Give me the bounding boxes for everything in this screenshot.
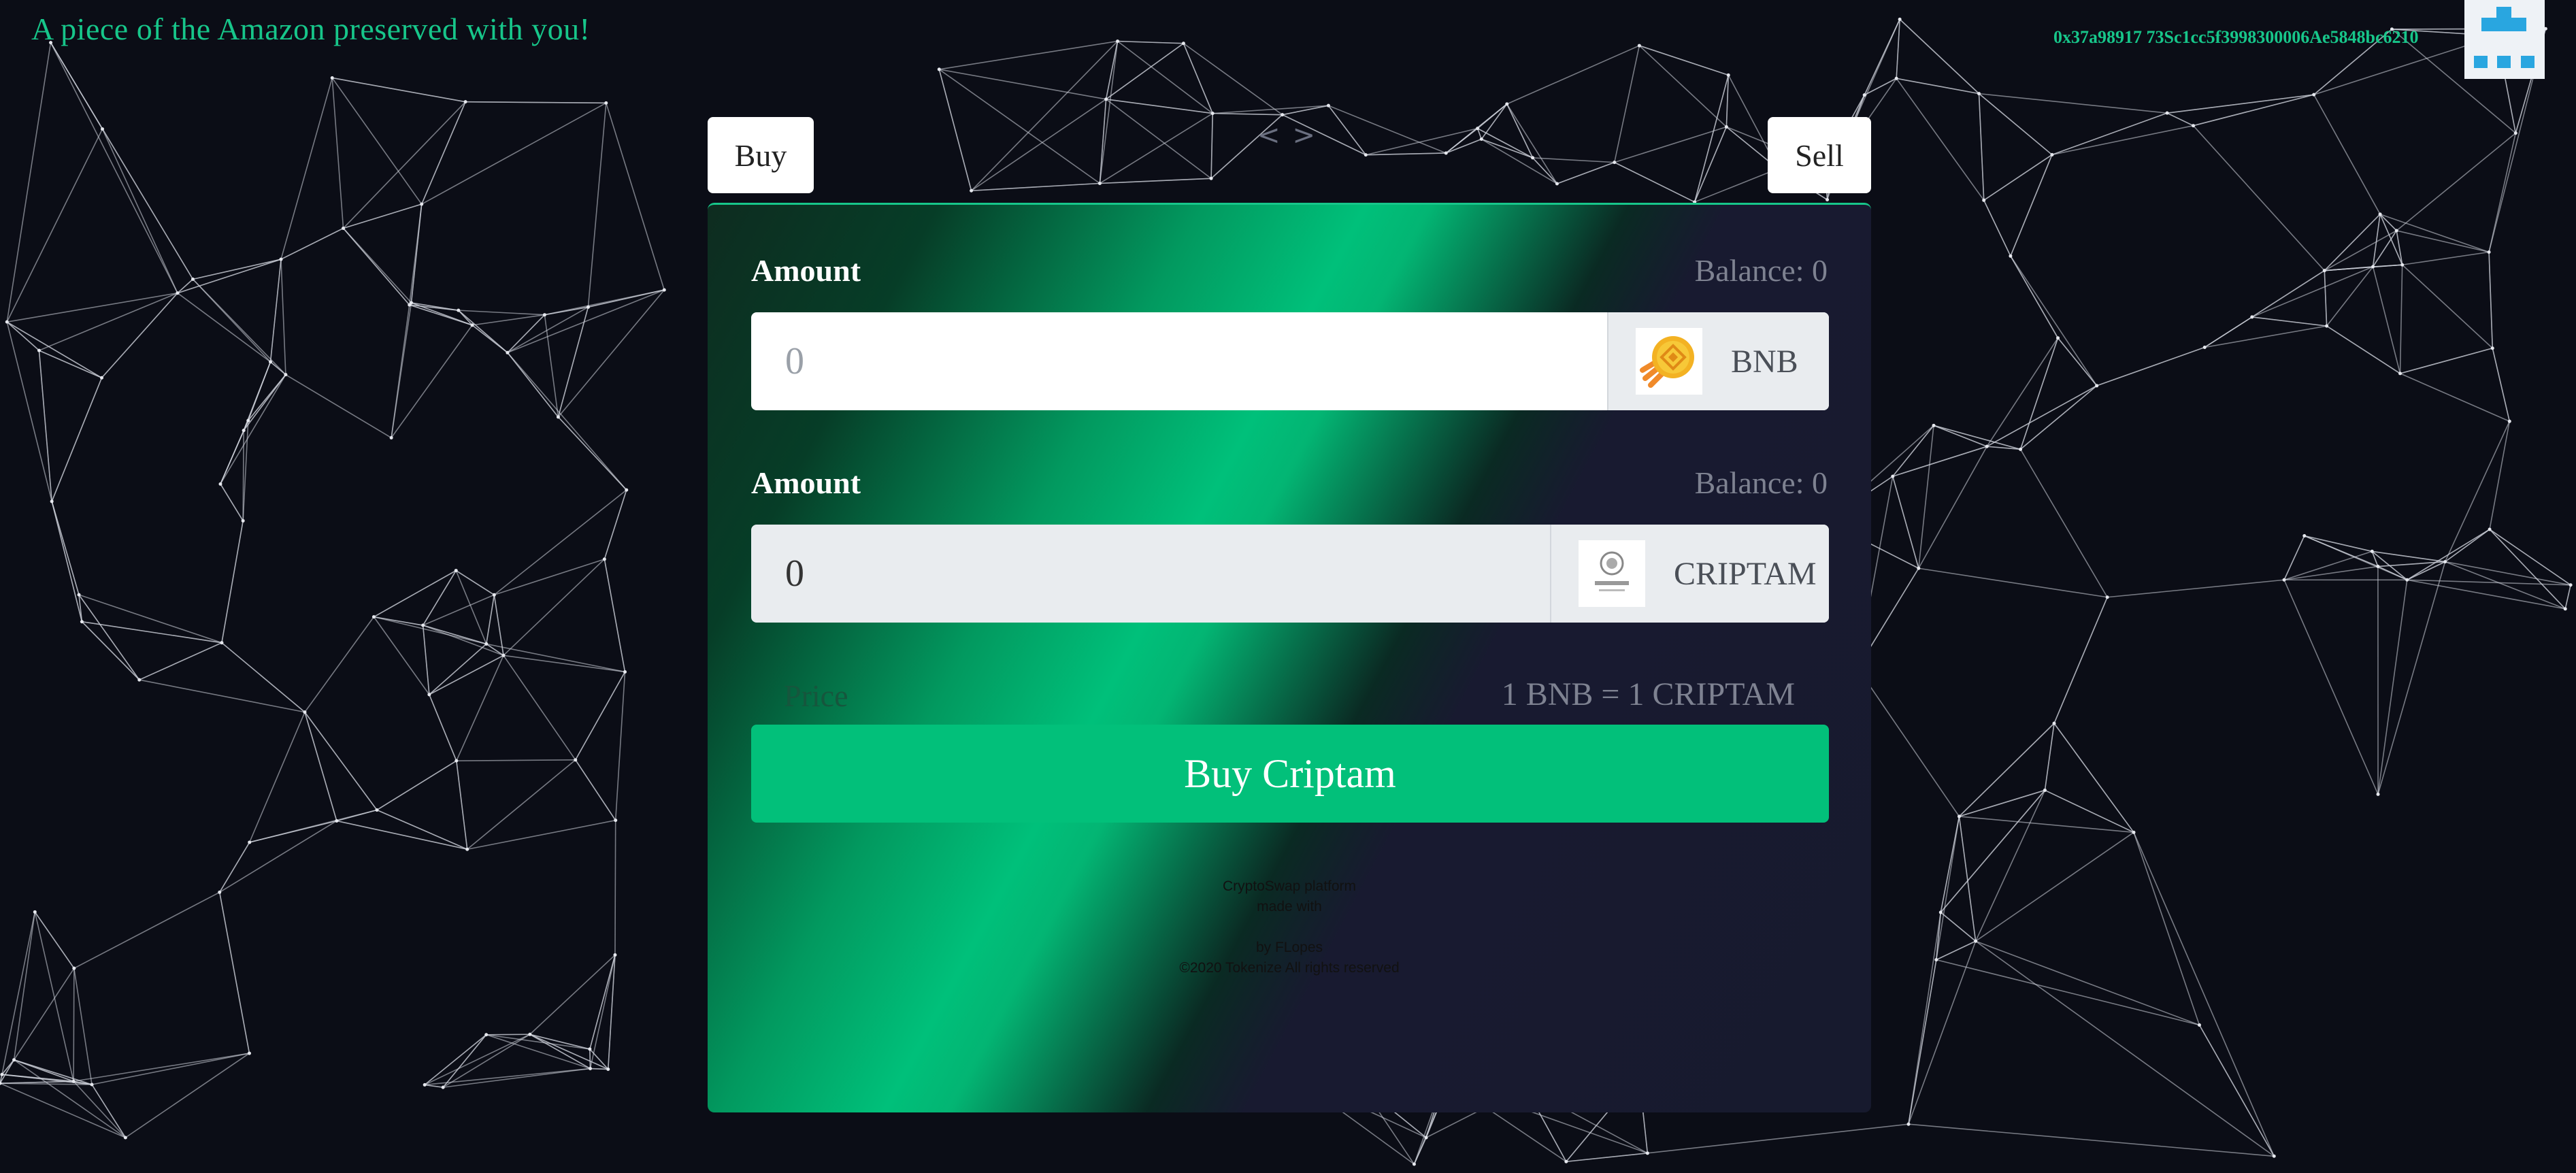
to-balance: Balance: 0: [1694, 465, 1828, 500]
swap-direction-arrows[interactable]: <>: [1257, 120, 1327, 151]
to-amount-input[interactable]: [751, 525, 1550, 623]
swap-card: Amount Balance: 0 BNB Amount Balance: 0: [708, 203, 1871, 1112]
from-amount-input[interactable]: [751, 312, 1607, 410]
avatar[interactable]: [2464, 0, 2545, 79]
price-label: Price: [784, 678, 848, 713]
to-token-symbol: CRIPTAM: [1674, 555, 1817, 592]
chevron-left-icon[interactable]: <: [1257, 120, 1293, 151]
footer-author: by FLopes: [1255, 940, 1323, 955]
from-balance: Balance: 0: [1694, 253, 1828, 288]
wallet-address[interactable]: 0x37a9891⁢7 73Sc1cc5f3998300006Ae5848bc6…: [2053, 27, 2419, 48]
price-value: 1 BNB = 1 CRIPTAM: [1501, 676, 1795, 712]
to-token-selector[interactable]: CRIPTAM: [1550, 525, 1829, 623]
to-amount-field: CRIPTAM: [751, 525, 1829, 623]
from-amount-label: Amount: [751, 253, 861, 288]
to-amount-label: Amount: [751, 465, 861, 500]
criptam-logo-icon: [1579, 540, 1645, 607]
bnb-coin-icon: [1636, 328, 1702, 395]
footer-copyright: ©2020 Tokenize All rights reserved: [1179, 960, 1400, 976]
from-amount-field: BNB: [751, 312, 1829, 410]
site-tagline: A piece of the Amazon preserved with you…: [31, 12, 591, 46]
sell-tab-button[interactable]: Sell: [1768, 117, 1871, 193]
buy-tab-button[interactable]: Buy: [708, 117, 814, 193]
buy-criptam-button[interactable]: Buy Criptam: [751, 725, 1829, 823]
from-token-selector[interactable]: BNB: [1607, 312, 1829, 410]
chevron-right-icon[interactable]: >: [1293, 120, 1328, 151]
footer-made-with: made with: [1257, 899, 1322, 914]
from-token-symbol: BNB: [1731, 343, 1798, 380]
footer-platform: CryptoSwap platform: [1222, 878, 1357, 894]
